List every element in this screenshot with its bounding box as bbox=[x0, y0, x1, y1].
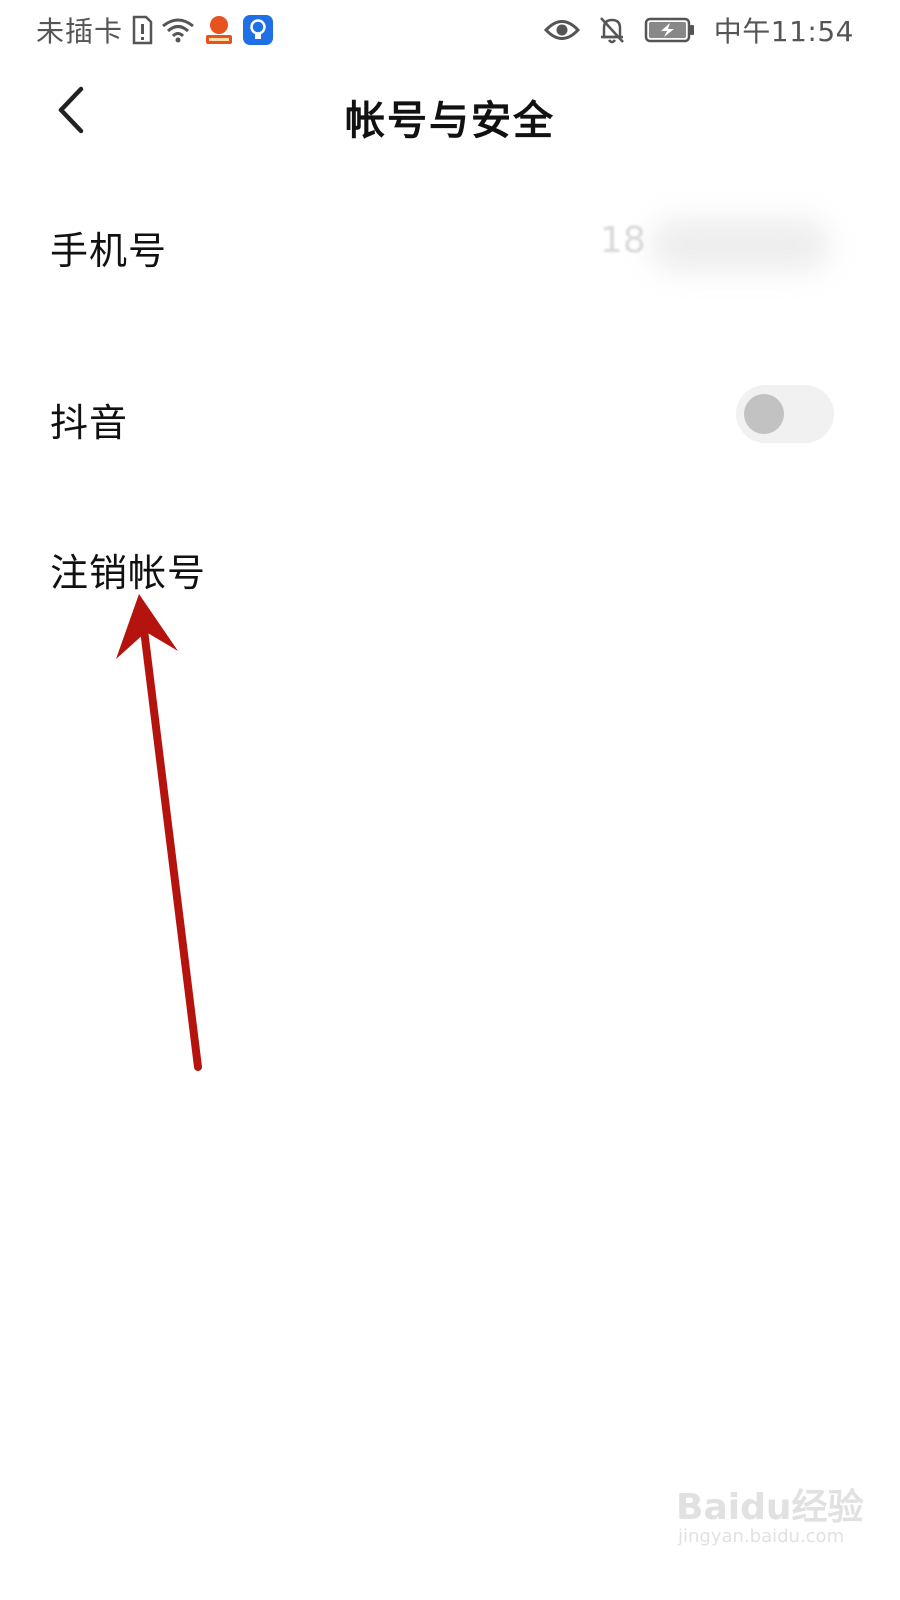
status-right: 中午11:54 bbox=[543, 10, 854, 50]
phone-label: 手机号 bbox=[50, 229, 168, 273]
status-bar: 未插卡 中午11:54 bbox=[0, 0, 900, 62]
settings-row-douyin: 抖音 bbox=[0, 370, 900, 460]
baidu-watermark: Baidu经验 jingyan.baidu.com bbox=[670, 1470, 870, 1560]
settings-row-phone[interactable]: 手机号 18 bbox=[0, 200, 900, 290]
carrier-label: 未插卡 bbox=[36, 15, 124, 48]
watermark-brand: Baidu经验 bbox=[676, 1487, 864, 1528]
delete-account-label: 注销帐号 bbox=[50, 551, 207, 595]
header: 帐号与安全 bbox=[0, 70, 900, 160]
bell-muted-icon bbox=[598, 15, 626, 45]
douyin-toggle[interactable] bbox=[736, 385, 834, 443]
battery-charging-icon bbox=[644, 16, 696, 44]
status-left: 未插卡 bbox=[36, 10, 274, 50]
douyin-label: 抖音 bbox=[50, 401, 129, 445]
app-notification-icon bbox=[203, 14, 235, 46]
lightbulb-app-icon bbox=[243, 15, 274, 45]
eye-icon bbox=[543, 17, 580, 43]
clock: 中午11:54 bbox=[713, 15, 854, 48]
wifi-icon bbox=[161, 16, 195, 44]
toggle-knob bbox=[744, 394, 784, 434]
phone-value: 18 bbox=[600, 220, 646, 261]
sim-alert-icon bbox=[131, 15, 153, 45]
settings-row-delete-account[interactable]: 注销帐号 bbox=[0, 520, 900, 610]
page-title: 帐号与安全 bbox=[345, 98, 555, 144]
watermark-url: jingyan.baidu.com bbox=[678, 1526, 845, 1547]
